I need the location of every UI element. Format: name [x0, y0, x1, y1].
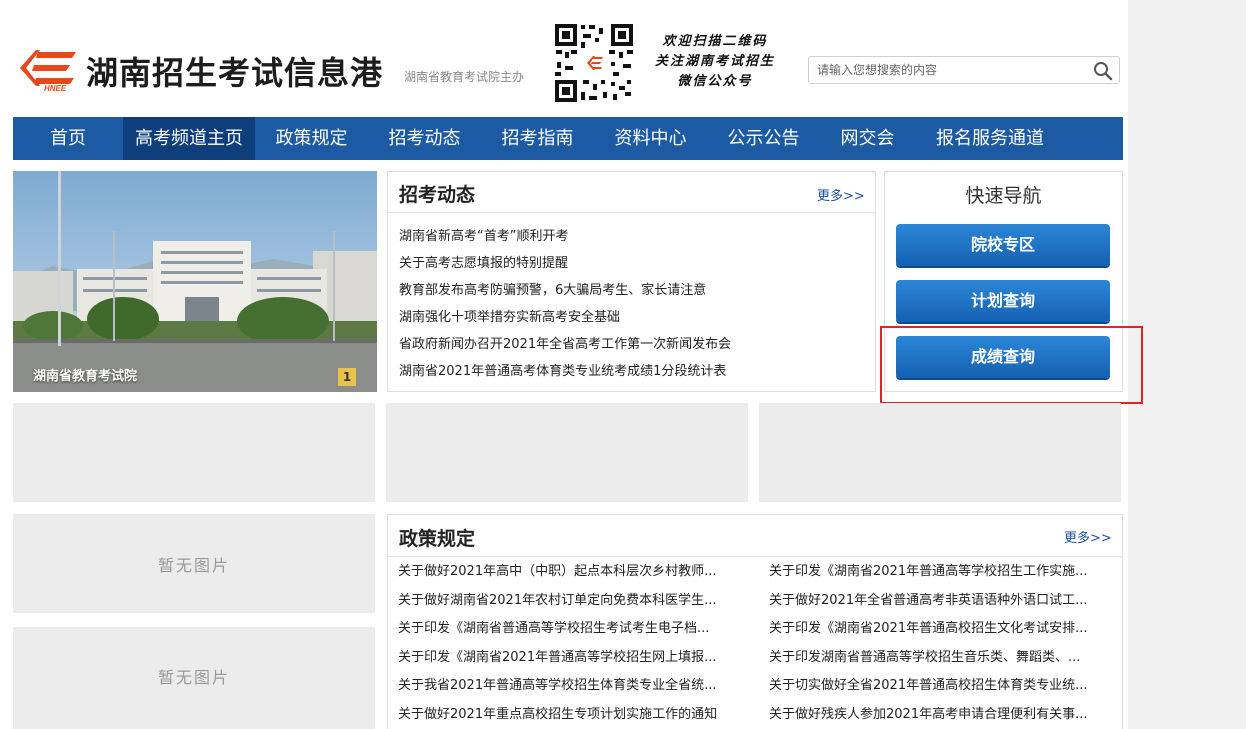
panel-divider — [388, 212, 875, 213]
no-image-placeholder: 暂无图片 — [13, 514, 375, 613]
banner-caption: 湖南省教育考试院 — [33, 369, 138, 384]
plan-query-button[interactable]: 计划查询 — [896, 280, 1110, 322]
nav-exam-guide[interactable]: 招考指南 — [481, 117, 594, 160]
banner-image — [13, 171, 377, 392]
search-input[interactable] — [817, 61, 1077, 79]
news-item[interactable]: 关于高考志愿填报的特别提醒 — [399, 250, 867, 277]
policy-list: 关于做好2021年高中（中职）起点本科层次乡村教师... 关于印发《湖南省202… — [398, 558, 1116, 729]
news-item[interactable]: 湖南强化十项举措夯实新高考安全基础 — [399, 304, 867, 331]
policy-item[interactable]: 关于做好残疾人参加2021年高考申请合理便利有关事... — [769, 701, 1116, 729]
panel-divider — [388, 556, 1122, 557]
quick-nav-title: 快速导航 — [965, 185, 1042, 207]
news-item[interactable]: 省政府新闻办召开2021年全省高考工作第一次新闻发布会 — [399, 331, 867, 358]
policy-item[interactable]: 关于做好2021年全省普通高考非英语语种外语口试工... — [769, 587, 1116, 616]
exam-news-title: 招考动态 — [399, 184, 476, 206]
school-zone-button[interactable]: 院校专区 — [896, 224, 1110, 266]
policy-item[interactable]: 关于印发《湖南省2021年普通高校招生文化考试安排... — [769, 615, 1116, 644]
exam-news-more-link[interactable]: 更多>> — [817, 185, 865, 204]
nav-policy[interactable]: 政策规定 — [255, 117, 368, 160]
nav-announcements[interactable]: 公示公告 — [707, 117, 820, 160]
page: HNEE 湖南招生考试信息港 湖南省教育考试院主办 欢迎扫描二维码 关注湖南考试… — [0, 0, 1143, 729]
site-subtitle: 湖南省教育考试院主办 — [404, 70, 525, 84]
main-nav: 首页 高考频道主页 政策规定 招考动态 招考指南 资料中心 公示公告 网交会 报… — [13, 117, 1123, 160]
policy-item[interactable]: 关于印发《湖南省普通高等学校招生考试考生电子档... — [398, 615, 769, 644]
search-box — [808, 56, 1120, 84]
policy-more-link[interactable]: 更多>> — [1064, 527, 1112, 546]
policy-item[interactable]: 关于我省2021年普通高等学校招生体育类专业全省统... — [398, 672, 769, 701]
nav-registration[interactable]: 报名服务通道 — [915, 117, 1065, 160]
no-image-label: 暂无图片 — [157, 668, 230, 687]
site-title[interactable]: 湖南招生考试信息港 — [86, 48, 383, 94]
nav-exam-news[interactable]: 招考动态 — [368, 117, 481, 160]
news-item[interactable]: 湖南省新高考“首考”顺利开考 — [399, 223, 867, 250]
score-query-button[interactable]: 成绩查询 — [896, 336, 1110, 378]
qr-caption: 欢迎扫描二维码 关注湖南考试招生 微信公众号 — [640, 32, 790, 92]
policy-item[interactable]: 关于做好2021年重点高校招生专项计划实施工作的通知 — [398, 701, 769, 729]
qr-caption-line-3: 微信公众号 — [677, 74, 753, 89]
no-image-placeholder: 暂无图片 — [13, 627, 375, 729]
news-item[interactable]: 教育部发布高考防骗预警，6大骗局考生、家长请注意 — [399, 277, 867, 304]
policy-panel: 政策规定 更多>> 关于做好2021年高中（中职）起点本科层次乡村教师... 关… — [387, 514, 1123, 729]
no-image-label: 暂无图片 — [157, 555, 230, 575]
policy-title: 政策规定 — [399, 528, 476, 550]
policy-item[interactable]: 关于印发湖南省普通高等学校招生音乐类、舞蹈类、... — [769, 644, 1116, 673]
image-placeholder — [13, 403, 375, 502]
logo-icon[interactable]: HNEE — [14, 44, 82, 92]
qr-caption-line-1: 欢迎扫描二维码 — [662, 34, 768, 49]
image-placeholder — [759, 403, 1121, 502]
nav-resources[interactable]: 资料中心 — [594, 117, 707, 160]
qr-code-icon — [553, 22, 635, 104]
policy-item[interactable]: 关于印发《湖南省2021年普通高等学校招生工作实施... — [769, 558, 1116, 587]
exam-news-list: 湖南省新高考“首考”顺利开考 关于高考志愿填报的特别提醒 教育部发布高考防骗预警… — [399, 223, 867, 385]
policy-item[interactable]: 关于做好2021年高中（中职）起点本科层次乡村教师... — [398, 558, 769, 587]
policy-item[interactable]: 关于印发《湖南省2021年普通高等学校招生网上填报... — [398, 644, 769, 673]
policy-item[interactable]: 关于切实做好全省2021年普通高校招生体育类专业统... — [769, 672, 1116, 701]
banner-page-indicator[interactable]: 1 — [338, 368, 356, 386]
logo-text: HNEE — [44, 84, 67, 92]
nav-gaokao-home[interactable]: 高考频道主页 — [123, 117, 255, 160]
qr-caption-line-2: 关注湖南考试招生 — [654, 54, 775, 69]
search-icon[interactable] — [1093, 61, 1113, 81]
banner-carousel[interactable]: 湖南省教育考试院 1 — [13, 171, 377, 392]
exam-news-panel: 招考动态 更多>> 湖南省新高考“首考”顺利开考 关于高考志愿填报的特别提醒 教… — [387, 171, 876, 392]
nav-online-fair[interactable]: 网交会 — [820, 117, 915, 160]
news-item[interactable]: 湖南省2021年普通高考体育类专业统考成绩1分段统计表 — [399, 358, 867, 385]
quick-nav-panel: 快速导航 院校专区 计划查询 成绩查询 — [884, 171, 1123, 392]
nav-home[interactable]: 首页 — [13, 117, 123, 160]
image-placeholder — [386, 403, 748, 502]
policy-item[interactable]: 关于做好湖南省2021年农村订单定向免费本科医学生... — [398, 587, 769, 616]
